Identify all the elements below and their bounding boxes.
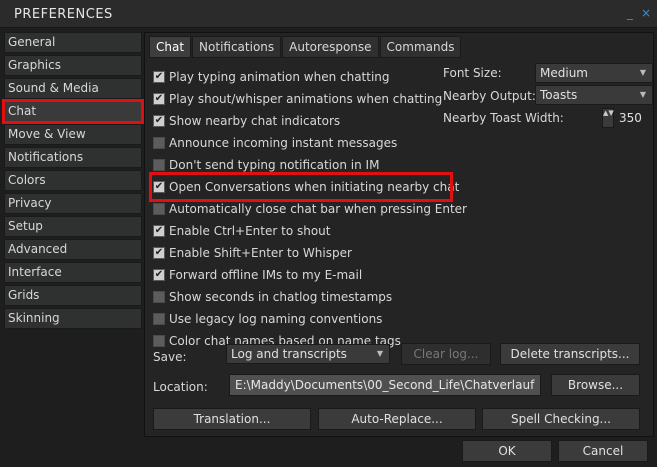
checkbox[interactable]: ✔ — [153, 71, 165, 83]
checkbox[interactable]: ✔ — [153, 225, 165, 237]
checkbox[interactable] — [153, 203, 165, 215]
sidebar-item-advanced[interactable]: Advanced — [4, 239, 142, 260]
checkbox-row-highlighted[interactable]: ✔ Open Conversations when initiating near… — [149, 172, 459, 202]
checkbox-row[interactable]: Show seconds in chatlog timestamps — [153, 286, 467, 308]
checkbox-row[interactable]: ✔ Show nearby chat indicators — [153, 110, 467, 132]
checkbox-row[interactable]: ✔ Enable Ctrl+Enter to shout — [153, 220, 467, 242]
nearby-output-label: Nearby Output: — [443, 89, 536, 103]
toast-width-input[interactable]: 350 — [615, 109, 642, 129]
toast-width-spinner-icon[interactable]: ▲▼ — [602, 108, 614, 128]
save-label: Save: — [153, 350, 187, 364]
checkbox-row[interactable]: ✔ Enable Shift+Enter to Whisper — [153, 242, 467, 264]
ok-button[interactable]: OK — [462, 440, 552, 462]
font-size-value: Medium — [540, 66, 588, 80]
checkbox[interactable] — [153, 313, 165, 325]
chat-settings-panel: Chat Notifications Autoresponse Commands… — [144, 32, 654, 437]
checkbox[interactable] — [153, 291, 165, 303]
checkbox-label: Show seconds in chatlog timestamps — [169, 290, 393, 304]
checkbox-label: Open Conversations when initiating nearb… — [169, 180, 460, 194]
chevron-down-icon: ▼ — [639, 68, 646, 77]
nearby-output-dropdown[interactable]: Toasts ▼ — [535, 85, 653, 105]
checkbox-label: Use legacy log naming conventions — [169, 312, 383, 326]
checkbox[interactable]: ✔ — [153, 181, 165, 193]
checkbox-label: Enable Shift+Enter to Whisper — [169, 246, 352, 260]
checkbox[interactable] — [153, 335, 165, 347]
sidebar-item-colors[interactable]: Colors — [4, 170, 142, 191]
tab-bar: Chat Notifications Autoresponse Commands — [149, 36, 462, 58]
cancel-button[interactable]: Cancel — [558, 440, 648, 462]
checkbox-label: Enable Ctrl+Enter to shout — [169, 224, 331, 238]
toast-width-label: Nearby Toast Width: — [443, 111, 564, 125]
sidebar-item-chat[interactable]: Chat — [2, 99, 144, 124]
checkbox-row[interactable]: ✔ Play typing animation when chatting — [153, 66, 467, 88]
spell-checking-button[interactable]: Spell Checking... — [482, 408, 640, 430]
checkbox[interactable] — [153, 159, 165, 171]
sidebar-item-general[interactable]: General — [4, 32, 142, 53]
checkbox[interactable]: ✔ — [153, 247, 165, 259]
chevron-down-icon: ▼ — [639, 90, 646, 99]
checkbox-label: Play shout/whisper animations when chatt… — [169, 92, 443, 106]
sidebar-item-move-view[interactable]: Move & View — [4, 124, 142, 145]
checkbox-row[interactable]: Announce incoming instant messages — [153, 132, 467, 154]
checkbox-label: Announce incoming instant messages — [169, 136, 398, 150]
sidebar-item-skinning[interactable]: Skinning — [4, 308, 142, 329]
sidebar-item-privacy[interactable]: Privacy — [4, 193, 142, 214]
chat-options-list: ✔ Play typing animation when chatting ✔ Pl… — [149, 66, 467, 352]
minimize-icon[interactable]: _ — [623, 6, 637, 20]
sidebar-item-setup[interactable]: Setup — [4, 216, 142, 237]
nearby-output-value: Toasts — [540, 88, 578, 102]
checkbox-label: Play typing animation when chatting — [169, 70, 390, 84]
close-icon[interactable]: × — [639, 6, 653, 20]
browse-button[interactable]: Browse... — [551, 374, 640, 396]
delete-transcripts-button[interactable]: Delete transcripts... — [500, 343, 640, 365]
tab-chat[interactable]: Chat — [149, 36, 192, 58]
sidebar-item-grids[interactable]: Grids — [4, 285, 142, 306]
checkbox[interactable] — [153, 137, 165, 149]
checkbox-label: Show nearby chat indicators — [169, 114, 341, 128]
checkbox-row[interactable]: Use legacy log naming conventions — [153, 308, 467, 330]
checkbox-label: Forward offline IMs to my E-mail — [169, 268, 363, 282]
sidebar-item-interface[interactable]: Interface — [4, 262, 142, 283]
checkbox-label: Don't send typing notification in IM — [169, 158, 380, 172]
auto-replace-button[interactable]: Auto-Replace... — [318, 408, 476, 430]
chevron-down-icon: ▼ — [376, 349, 383, 358]
checkbox[interactable]: ✔ — [153, 93, 165, 105]
sidebar-item-notifications[interactable]: Notifications — [4, 147, 142, 168]
save-value: Log and transcripts — [231, 347, 347, 361]
checkbox[interactable]: ✔ — [153, 269, 165, 281]
checkbox[interactable]: ✔ — [153, 115, 165, 127]
font-size-label: Font Size: — [443, 66, 502, 80]
sidebar-item-graphics[interactable]: Graphics — [4, 55, 142, 76]
title-bar: PREFERENCES _ × — [0, 0, 657, 28]
tab-commands[interactable]: Commands — [379, 36, 462, 58]
window-title: PREFERENCES — [14, 7, 113, 22]
checkbox-row[interactable]: ✔ Forward offline IMs to my E-mail — [153, 264, 467, 286]
tab-autoresponse[interactable]: Autoresponse — [282, 36, 379, 58]
checkbox-row[interactable]: ✔ Play shout/whisper animations when chat… — [153, 88, 467, 110]
location-field[interactable]: E:\Maddy\Documents\00_Second_Life\Chatve… — [229, 374, 541, 396]
category-sidebar: General Graphics Sound & Media Chat Move… — [2, 32, 144, 331]
font-size-dropdown[interactable]: Medium ▼ — [535, 63, 653, 83]
checkbox-row[interactable]: Don't send typing notification in IM — [153, 154, 467, 176]
tab-notifications[interactable]: Notifications — [192, 36, 282, 58]
location-label: Location: — [153, 380, 208, 394]
checkbox-label: Automatically close chat bar when pressi… — [169, 202, 467, 216]
sidebar-item-sound-media[interactable]: Sound & Media — [4, 78, 142, 99]
save-dropdown[interactable]: Log and transcripts ▼ — [226, 344, 390, 364]
translation-button[interactable]: Translation... — [153, 408, 311, 430]
checkbox-row[interactable]: Automatically close chat bar when pressi… — [153, 198, 467, 220]
clear-log-button[interactable]: Clear log... — [401, 343, 491, 365]
